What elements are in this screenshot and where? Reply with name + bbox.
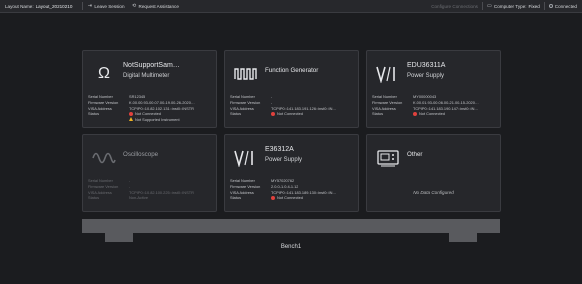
instrument-name: Other <box>407 151 423 158</box>
instrument-card-edu36311a[interactable]: EDU36311A Power Supply Serial Number MY00… <box>366 50 501 128</box>
no-data-message: No Data Configured <box>413 190 454 195</box>
instrument-card-other[interactable]: Other No Data Configured <box>366 134 501 212</box>
bench-label: Bench1 <box>280 244 302 250</box>
warning-icon <box>129 117 133 122</box>
instrument-type: Power Supply <box>265 157 303 163</box>
error-status-icon <box>271 195 275 200</box>
layout-name-value: Layout_20210210 <box>35 3 73 9</box>
instrument-card-digital-multimeter[interactable]: Ω NotSupportSam… Digital Multimeter Seri… <box>82 50 217 128</box>
help-icon: ⟲ <box>131 2 137 9</box>
device-icon <box>376 149 400 167</box>
instrument-type: Digital Multimeter <box>123 73 170 79</box>
property-row: Not Supported Instrument <box>88 117 214 123</box>
status-value: Not Connected <box>277 195 303 201</box>
instrument-card-oscilloscope[interactable]: Oscilloscope Serial Number - Firmware Ver… <box>82 134 217 212</box>
computer-type-label: Computer Type: <box>493 3 527 9</box>
instrument-card-e36312a[interactable]: E36312A Power Supply Serial Number MY5702… <box>224 134 359 212</box>
instrument-name: EDU36311A <box>407 62 446 69</box>
error-status-icon <box>271 111 275 116</box>
connection-status: Connected <box>548 0 577 12</box>
error-status-icon <box>413 111 417 116</box>
property-label: Status <box>230 195 242 201</box>
instrument-name: Oscilloscope <box>123 151 159 158</box>
computer-type-value: Fixed <box>528 3 540 9</box>
warning-value: Not Supported Instrument <box>135 117 180 123</box>
divider <box>82 2 84 10</box>
status-value: Not Connected <box>277 111 303 117</box>
instrument-properties: Serial Number SR12345 Firmware Version K.0… <box>88 94 214 123</box>
sine-wave-icon <box>92 149 116 167</box>
instrument-name: E36312A <box>265 146 294 153</box>
instrument-properties: Serial Number MY00000043 Firmware Version… <box>372 94 498 117</box>
leave-session-label: Leave Session <box>94 3 125 9</box>
layout-name: Layout Name: Layout_20210210 <box>5 0 72 12</box>
leave-session-button[interactable]: ⇥ Leave Session <box>87 0 125 12</box>
property-label: Status <box>88 195 100 201</box>
property-row: Status Not Connected <box>230 111 356 117</box>
configure-connections-button[interactable]: Configure Connections <box>431 0 478 12</box>
bench-surface <box>82 219 500 233</box>
connection-status-label: Connected <box>554 3 577 9</box>
divider <box>543 2 545 10</box>
status-value: Not Connected <box>135 111 161 117</box>
connection-status-icon <box>548 4 553 8</box>
instrument-properties: Serial Number - Firmware Version - VISA Ad… <box>230 94 356 117</box>
property-label <box>88 117 129 123</box>
layout-name-label: Layout Name: <box>5 3 34 9</box>
instrument-type: Power Supply <box>407 73 445 79</box>
request-assistance-button[interactable]: ⟲ Request Assistance <box>132 0 179 12</box>
bench-leg-left <box>105 233 133 242</box>
status-value: Non-Active <box>129 195 149 201</box>
omega-icon: Ω <box>98 65 110 82</box>
instrument-card-function-generator[interactable]: Function Generator Serial Number - Firmwa… <box>224 50 359 128</box>
property-row: Status Non-Active <box>88 195 214 201</box>
vi-icon <box>376 65 400 84</box>
property-row: Status Not Connected <box>372 111 498 117</box>
square-wave-icon <box>234 65 258 83</box>
top-bar: Layout Name: Layout_20210210 ⇥ Leave Ses… <box>0 0 582 13</box>
property-row: Status Not Connected <box>230 195 356 201</box>
configure-connections-label: Configure Connections <box>431 3 478 9</box>
exit-icon: ⇥ <box>87 2 92 9</box>
computer-type[interactable]: ▭ Computer Type: Fixed <box>487 0 540 12</box>
instrument-properties: Serial Number MY57020762 Firmware Version… <box>230 178 356 201</box>
request-assistance-label: Request Assistance <box>138 3 179 9</box>
property-label: Status <box>230 111 242 117</box>
property-label: Status <box>372 111 384 117</box>
status-value: Not Connected <box>419 111 445 117</box>
instrument-properties: Serial Number - Firmware Version - VISA Ad… <box>88 178 214 201</box>
instrument-name: NotSupportSam… <box>123 62 180 69</box>
monitor-icon: ▭ <box>487 2 492 9</box>
instrument-name: Function Generator <box>265 67 319 74</box>
divider <box>481 2 483 10</box>
vi-icon <box>234 149 258 168</box>
error-status-icon <box>129 111 133 116</box>
bench-leg-right <box>449 233 477 242</box>
